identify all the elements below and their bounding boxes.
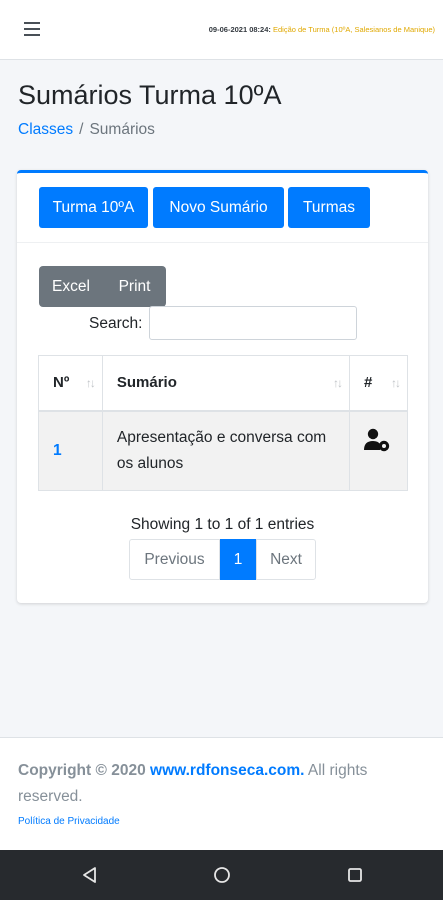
excel-button[interactable]: Excel — [39, 266, 103, 307]
copyright-text: Copyright © 2020 www.rdfonseca.com. All … — [18, 758, 398, 810]
table-row: 1 Apresentação e conversa com os alunos — [38, 410, 409, 491]
pagination-info: Showing 1 to 1 of 1 entries — [130, 516, 315, 533]
row-actions-cell — [348, 410, 409, 491]
session-info: 09-06-2021 08:24: Edição de Turma (10ºA,… — [209, 25, 435, 34]
android-navigation-bar — [0, 850, 443, 900]
row-sumario-cell: Apresentação e conversa com os alunos — [101, 410, 350, 491]
pagination: Previous 1 Next — [129, 539, 316, 580]
card-header: Turma 10ºA Novo Sumário Turmas — [17, 173, 428, 243]
back-triangle-icon[interactable] — [80, 865, 100, 885]
previous-page-button[interactable]: Previous — [129, 539, 220, 580]
breadcrumb: Classes / Sumários — [18, 121, 155, 139]
table-header-row: Nº ↑↓ Sumário ↑↓ # ↑↓ — [38, 355, 409, 412]
session-edition: Edição de Turma (10ºA, Salesianos de Man… — [273, 25, 435, 34]
turma-button[interactable]: Turma 10ºA — [39, 187, 148, 228]
session-datetime: 09-06-2021 08:24: — [208, 25, 271, 34]
summaries-card: Turma 10ºA Novo Sumário Turmas Excel Pri… — [17, 170, 428, 603]
row-num-link[interactable]: 1 — [53, 442, 62, 459]
column-header-num-label: Nº — [53, 374, 70, 392]
export-button-group: Excel Print — [39, 266, 166, 307]
breadcrumb-current: Sumários — [89, 121, 155, 138]
summaries-table: Nº ↑↓ Sumário ↑↓ # ↑↓ 1 Apresentação e c… — [38, 355, 409, 491]
column-header-actions[interactable]: # ↑↓ — [348, 355, 409, 412]
page-title: Sumários Turma 10ºA — [18, 80, 282, 110]
row-num-cell: 1 — [38, 410, 103, 491]
novo-sumario-button[interactable]: Novo Sumário — [153, 187, 284, 228]
page-footer: Copyright © 2020 www.rdfonseca.com. All … — [0, 737, 443, 850]
recents-square-icon[interactable] — [345, 865, 365, 885]
site-link[interactable]: www.rdfonseca.com. — [150, 762, 304, 779]
sort-arrows-icon: ↑↓ — [391, 376, 401, 390]
sort-arrows-icon: ↑↓ — [332, 376, 343, 390]
column-header-num[interactable]: Nº ↑↓ — [38, 355, 103, 412]
column-header-sumario[interactable]: Sumário ↑↓ — [101, 355, 350, 412]
breadcrumb-separator: / — [79, 121, 84, 138]
sort-arrows-icon: ↑↓ — [85, 376, 96, 390]
search-label: Search: — [89, 315, 143, 332]
user-cog-icon[interactable] — [363, 428, 392, 452]
home-circle-icon[interactable] — [212, 865, 232, 885]
column-header-sumario-label: Sumário — [116, 374, 177, 392]
print-button[interactable]: Print — [103, 266, 166, 307]
copyright-prefix: Copyright © 2020 — [18, 762, 151, 779]
next-page-button[interactable]: Next — [256, 539, 316, 580]
top-navbar: 09-06-2021 08:24: Edição de Turma (10ºA,… — [0, 0, 443, 60]
privacy-policy-link[interactable]: Política de Privacidade — [18, 816, 120, 827]
hamburger-menu-icon[interactable] — [24, 22, 42, 38]
search-input[interactable] — [149, 306, 357, 340]
breadcrumb-classes-link[interactable]: Classes — [18, 121, 73, 138]
page-1-button[interactable]: 1 — [220, 539, 256, 580]
turmas-button[interactable]: Turmas — [288, 187, 370, 228]
column-header-actions-label: # — [363, 374, 373, 392]
